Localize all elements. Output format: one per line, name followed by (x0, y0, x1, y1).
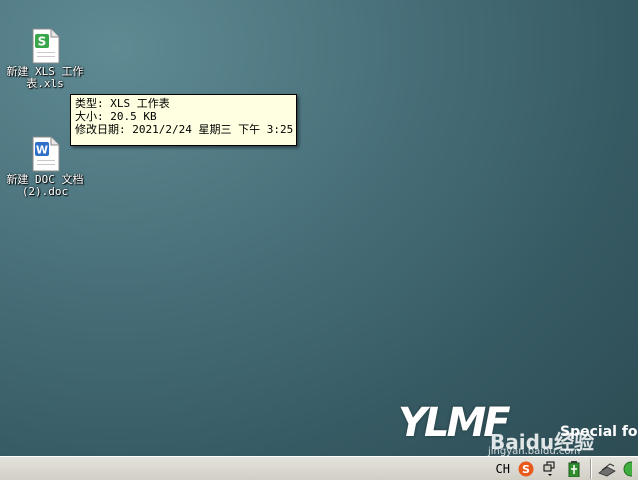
wps-writer-icon: W (29, 136, 61, 172)
network-icon[interactable] (598, 461, 616, 477)
restore-window-icon[interactable] (542, 461, 558, 477)
desktop-icon-label: 新建 XLS 工作 表.xls (6, 65, 84, 90)
tooltip-type: 类型: XLS 工作表 (75, 97, 170, 110)
wps-spreadsheet-icon: S (29, 28, 61, 64)
green-status-icon[interactable] (622, 461, 638, 477)
tooltip-size: 大小: 20.5 KB (75, 110, 157, 123)
desktop-icon-label: 新建 DOC 文档 (2).doc (6, 173, 84, 198)
taskbar: CH S (0, 456, 638, 480)
svg-text:W: W (36, 144, 48, 157)
tooltip-modified: 修改日期: 2021/2/24 星期三 下午 3:25 (75, 123, 294, 136)
wallpaper-watermark: YLMF Baidu经验 Special fo jingyan.baidu.co… (398, 400, 638, 457)
svg-text:S: S (522, 463, 530, 476)
tray-separator (590, 459, 592, 479)
desktop-icon-xls[interactable]: S 新建 XLS 工作 表.xls (0, 28, 90, 90)
svg-text:S: S (38, 35, 47, 49)
sogou-input-icon[interactable]: S (518, 461, 534, 477)
edition-text: Special fo (560, 424, 638, 440)
system-tray: CH S (496, 457, 638, 480)
desktop[interactable]: S 新建 XLS 工作 表.xls W 新建 DOC 文档 (2).doc 类型… (0, 0, 638, 457)
file-info-tooltip: 类型: XLS 工作表 大小: 20.5 KB 修改日期: 2021/2/24 … (70, 94, 297, 146)
language-indicator[interactable]: CH (496, 462, 510, 476)
battery-icon[interactable] (566, 461, 582, 478)
